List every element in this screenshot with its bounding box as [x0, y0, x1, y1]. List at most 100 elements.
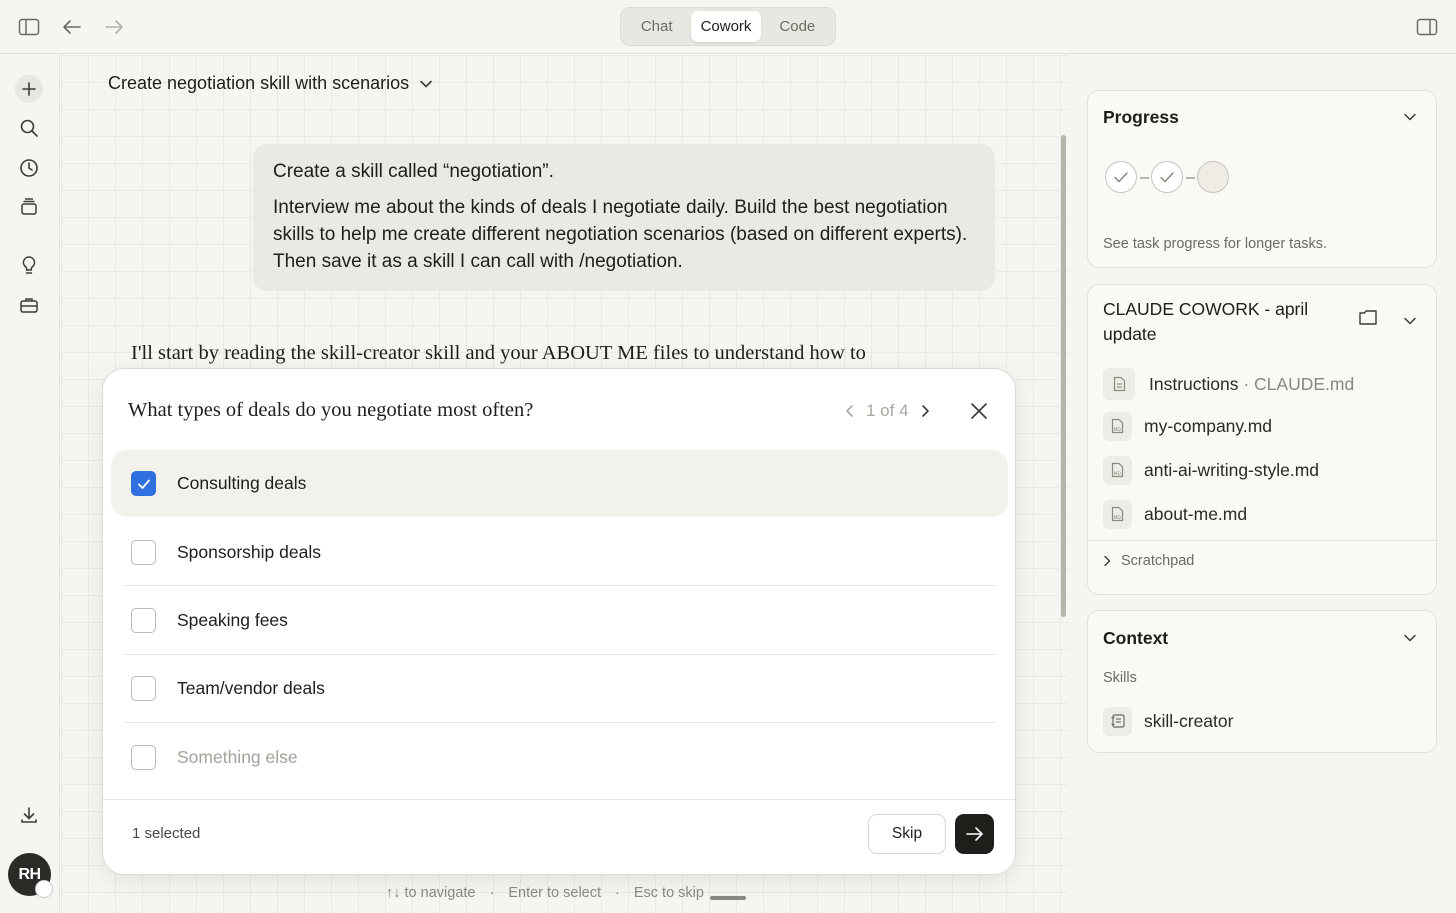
mode-tabs: Chat Cowork Code	[620, 7, 836, 46]
chevron-right-icon	[1104, 555, 1111, 567]
markdown-file-icon: MD	[1103, 499, 1132, 529]
right-panel: Progress See task progress for longer ta…	[1070, 55, 1456, 913]
checkbox[interactable]	[131, 608, 156, 633]
instructions-label: Instructions	[1149, 373, 1239, 394]
next-button[interactable]	[955, 814, 994, 854]
user-message-line1: Create a skill called “negotiation”.	[273, 161, 554, 182]
instructions-separator: ·	[1238, 373, 1255, 394]
avatar-initials: RH	[18, 865, 41, 883]
scratchpad-toggle[interactable]: Scratchpad	[1103, 553, 1194, 569]
new-chat-icon[interactable]	[15, 75, 43, 103]
skills-section-label: Skills	[1103, 670, 1137, 686]
checkbox[interactable]	[131, 540, 156, 565]
folder-icon[interactable]	[1358, 308, 1378, 328]
file-name: my-company.md	[1144, 415, 1273, 436]
option-label: Consulting deals	[177, 473, 307, 493]
user-message-line2: Interview me about the kinds of deals I …	[273, 197, 968, 272]
tab-chat[interactable]: Chat	[624, 11, 689, 42]
tab-code[interactable]: Code	[763, 11, 832, 42]
step-pending-icon	[1197, 161, 1229, 193]
history-icon[interactable]	[15, 154, 43, 182]
checkbox[interactable]	[131, 745, 156, 770]
skill-item[interactable]: skill-creator	[1103, 705, 1233, 737]
progress-title: Progress	[1103, 107, 1179, 127]
step-connector	[1140, 177, 1149, 179]
chevron-left-icon[interactable]	[845, 404, 854, 418]
forward-arrow-icon[interactable]	[100, 14, 128, 40]
option-sponsorship-deals[interactable]: Sponsorship deals	[111, 519, 1008, 586]
svg-text:MD: MD	[1114, 427, 1122, 433]
instructions-filename: CLAUDE.md	[1254, 373, 1355, 394]
hint-skip: Esc to skip	[633, 885, 704, 901]
option-consulting-deals[interactable]: Consulting deals	[111, 450, 1008, 517]
hint-separator: ·	[489, 885, 495, 901]
option-divider	[125, 722, 995, 723]
option-label: Sponsorship deals	[177, 542, 321, 562]
title-bar: Chat Cowork Code	[0, 0, 1456, 54]
tab-cowork[interactable]: Cowork	[691, 11, 761, 42]
markdown-file-icon: MD	[1103, 411, 1132, 441]
project-title: CLAUDE COWORK - april update	[1103, 299, 1309, 344]
user-message: Create a skill called “negotiation”. Int…	[253, 144, 995, 291]
skill-name: skill-creator	[1144, 710, 1234, 731]
question-title: What types of deals do you negotiate mos…	[128, 399, 534, 421]
project-card: CLAUDE COWORK - april update Instruction…	[1087, 284, 1437, 595]
conversation-title[interactable]: Create negotiation skill with scenarios	[108, 73, 433, 94]
checkbox-checked[interactable]	[131, 471, 156, 496]
sidebar-toggle-icon[interactable]	[15, 14, 43, 40]
chevron-right-icon[interactable]	[921, 404, 930, 418]
right-panel-toggle-icon[interactable]	[1413, 14, 1441, 40]
file-item[interactable]: MD my-company.md	[1103, 410, 1272, 442]
hint-navigate: ↑↓ to navigate	[386, 885, 476, 901]
skip-button[interactable]: Skip	[868, 814, 946, 854]
hint-select: Enter to select	[508, 885, 602, 901]
file-name: about-me.md	[1144, 503, 1248, 524]
option-divider	[125, 585, 995, 586]
drag-handle[interactable]	[710, 896, 746, 900]
selected-count: 1 selected	[132, 825, 201, 842]
chevron-down-icon[interactable]	[1400, 107, 1420, 127]
option-something-else[interactable]: Something else	[111, 724, 1008, 791]
arrow-right-icon	[965, 827, 983, 841]
option-label: Speaking fees	[177, 610, 288, 630]
projects-icon[interactable]	[15, 193, 43, 221]
context-card: Context Skills skill-creator	[1087, 610, 1437, 753]
file-item[interactable]: MD about-me.md	[1103, 498, 1247, 530]
back-arrow-icon[interactable]	[58, 14, 86, 40]
option-label: Team/vendor deals	[177, 678, 325, 698]
ideas-icon[interactable]	[15, 251, 43, 279]
scrollbar-thumb[interactable]	[1061, 135, 1066, 617]
close-icon[interactable]	[967, 399, 991, 423]
step-done-icon	[1151, 161, 1183, 193]
option-label: Something else	[177, 747, 298, 767]
chevron-down-icon	[420, 80, 432, 87]
chevron-down-icon[interactable]	[1400, 311, 1420, 331]
skill-scroll-icon	[1103, 706, 1132, 736]
instructions-file[interactable]: Instructions · CLAUDE.md	[1103, 368, 1354, 400]
chevron-down-icon[interactable]	[1400, 628, 1420, 648]
tools-icon[interactable]	[15, 291, 43, 319]
conversation-title-text: Create negotiation skill with scenarios	[108, 73, 410, 93]
file-name: anti-ai-writing-style.md	[1144, 459, 1320, 480]
card-divider	[1088, 540, 1436, 541]
step-connector	[1186, 177, 1195, 179]
scratchpad-label: Scratchpad	[1121, 553, 1195, 569]
question-dialog: What types of deals do you negotiate mos…	[102, 368, 1016, 875]
search-icon[interactable]	[15, 114, 43, 142]
assistant-message: I'll start by reading the skill-creator …	[131, 342, 866, 364]
dialog-footer-divider	[103, 799, 1015, 800]
file-item[interactable]: MD anti-ai-writing-style.md	[1103, 454, 1319, 486]
step-done-icon	[1105, 161, 1137, 193]
left-rail: RH	[0, 55, 60, 913]
pager-text: 1 of 4	[866, 401, 909, 420]
hint-separator: ·	[615, 885, 620, 901]
download-icon[interactable]	[15, 801, 43, 829]
option-speaking-fees[interactable]: Speaking fees	[111, 587, 1008, 654]
option-team-vendor-deals[interactable]: Team/vendor deals	[111, 655, 1008, 722]
avatar[interactable]: RH	[8, 853, 53, 898]
org-badge-icon	[35, 880, 53, 898]
checkbox[interactable]	[131, 676, 156, 701]
question-pager: 1 of 4	[845, 401, 930, 421]
context-title: Context	[1103, 628, 1169, 648]
keyboard-hints: ↑↓ to navigate · Enter to select · Esc t…	[386, 885, 704, 901]
